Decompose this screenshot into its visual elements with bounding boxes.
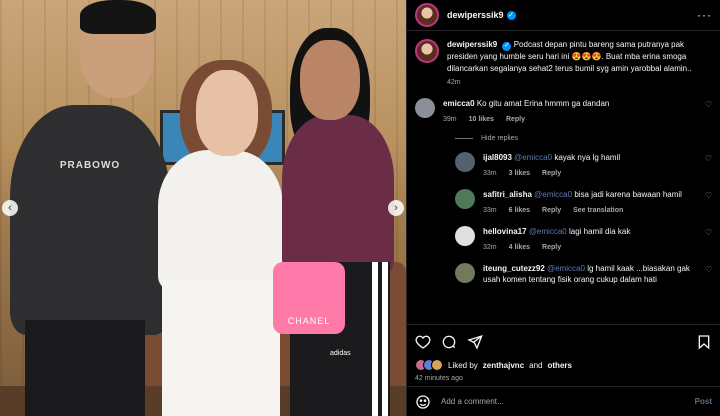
person-left-body: PRABOWO — [10, 105, 170, 335]
heart-icon[interactable]: ♡ — [705, 228, 712, 237]
chevron-right-icon: › — [394, 202, 398, 214]
comment-username[interactable]: emicca0 — [443, 99, 475, 108]
verified-badge-icon: ✓ — [506, 10, 516, 20]
liked-by-and: and — [529, 360, 543, 370]
comment-time: 33m — [483, 207, 497, 214]
comment-time: 33m — [483, 170, 497, 177]
comment-likes[interactable]: 3 likes — [509, 168, 530, 179]
comment-likes[interactable]: 6 likes — [509, 205, 530, 216]
mention-link[interactable]: @emicca0 — [529, 227, 567, 236]
bag-label: CHANEL — [287, 316, 331, 326]
liked-by-prefix: Liked by — [448, 360, 478, 370]
heart-icon[interactable]: ♡ — [705, 154, 712, 163]
person-right-head — [300, 40, 360, 120]
commenter-avatar[interactable] — [455, 226, 475, 246]
comment-bubble-icon[interactable] — [441, 334, 457, 350]
next-photo-button[interactable]: › — [388, 200, 404, 216]
hide-replies-toggle[interactable]: Hide replies — [455, 135, 712, 142]
post-caption: dewiperssik9 ✓ Podcast depan pintu baren… — [415, 39, 712, 86]
post-header: dewiperssik9 ✓ ··· — [407, 0, 720, 31]
pink-handbag: CHANEL — [273, 262, 345, 334]
commenter-avatar[interactable] — [415, 98, 435, 118]
person-middle-head — [196, 70, 258, 156]
pants-stripe — [382, 262, 388, 416]
person-left-hair — [80, 0, 156, 34]
commenter-avatar[interactable] — [455, 189, 475, 209]
comment-likes[interactable]: 10 likes — [469, 114, 494, 125]
comment-time: 32m — [483, 244, 497, 251]
add-comment-bar: Post — [407, 386, 720, 416]
comment-input[interactable] — [441, 397, 685, 406]
heart-icon[interactable]: ♡ — [705, 100, 712, 109]
post-comment-button[interactable]: Post — [695, 397, 712, 406]
more-options-icon[interactable]: ··· — [697, 8, 712, 22]
tshirt-print: PRABOWO — [59, 160, 121, 171]
others-link[interactable]: others — [548, 361, 572, 370]
mention-link[interactable]: @emicca0 — [534, 190, 572, 199]
reply-button[interactable]: Reply — [542, 168, 561, 179]
reply-button[interactable]: Reply — [506, 114, 525, 125]
bookmark-icon[interactable] — [696, 334, 712, 350]
heart-icon[interactable]: ♡ — [705, 191, 712, 200]
caption-time: 42m — [447, 79, 461, 86]
post-details-panel: dewiperssik9 ✓ ··· dewiperssik9 ✓ Podcas… — [406, 0, 720, 416]
comment-username[interactable]: safitri_alisha — [483, 190, 532, 199]
comments-section[interactable]: dewiperssik9 ✓ Podcast depan pintu baren… — [407, 31, 720, 324]
liker-username[interactable]: zenthajvnc — [483, 361, 524, 370]
comment-username[interactable]: ijal8093 — [483, 153, 512, 162]
reply-comment: safitri_alisha @emicca0 bisa jadi karena… — [455, 189, 712, 216]
comment: emicca0 Ko gitu amat Erina hmmm ga danda… — [415, 98, 712, 125]
commenter-avatar[interactable] — [455, 152, 475, 172]
person-left-legs — [25, 320, 145, 416]
caption-username[interactable]: dewiperssik9 — [447, 40, 497, 49]
person-right-body — [282, 115, 394, 275]
comment-username[interactable]: hellovina17 — [483, 227, 527, 236]
author-avatar[interactable] — [415, 3, 439, 27]
liked-by-line: Liked by zenthajvnc and others — [415, 359, 712, 371]
liker-avatars[interactable] — [415, 359, 443, 371]
comment-likes[interactable]: 4 likes — [509, 242, 530, 253]
comment-text: kayak nya lg hamil — [554, 153, 621, 162]
hide-replies-label[interactable]: Hide replies — [481, 135, 518, 142]
comment-text: lagi hamil dia kak — [568, 227, 631, 236]
instagram-post-modal: PRABOWO adidas CHANEL ‹ › dewiperssik9 ✓… — [0, 0, 720, 416]
reply-comment: ijal8093 @emicca0 kayak nya lg hamil 33m… — [455, 152, 712, 179]
chevron-left-icon: ‹ — [8, 202, 12, 214]
reply-comment: iteung_cutezz92 @emicca0 lg hamil kaak .… — [455, 263, 712, 285]
post-photo: PRABOWO adidas CHANEL ‹ › — [0, 0, 406, 416]
comment-time: 39m — [443, 116, 457, 123]
verified-badge-icon: ✓ — [502, 41, 512, 51]
commenter-avatar[interactable] — [455, 263, 475, 283]
post-timestamp: 42 minutes ago — [415, 375, 463, 382]
divider-line — [455, 138, 473, 139]
prev-photo-button[interactable]: ‹ — [2, 200, 18, 216]
person-middle-legs — [162, 280, 280, 416]
share-paper-plane-icon[interactable] — [467, 334, 483, 350]
mention-link[interactable]: @emicca0 — [547, 264, 585, 273]
see-translation-link[interactable]: See translation — [573, 205, 623, 216]
pants-stripe — [372, 262, 378, 416]
pants-brand: adidas — [330, 350, 351, 357]
emoji-icon[interactable] — [415, 394, 431, 410]
mention-link[interactable]: @emicca0 — [514, 153, 552, 162]
caption-author-avatar[interactable] — [415, 39, 439, 63]
comment-username[interactable]: iteung_cutezz92 — [483, 264, 545, 273]
comment-text: Ko gitu amat Erina hmmm ga dandan — [476, 99, 610, 108]
reply-comment: hellovina17 @emicca0 lagi hamil dia kak … — [455, 226, 712, 253]
reply-button[interactable]: Reply — [542, 242, 561, 253]
post-actions: Liked by zenthajvnc and others 42 minute… — [407, 324, 720, 386]
author-username[interactable]: dewiperssik9 — [447, 10, 504, 20]
comment-text: bisa jadi karena bawaan hamil — [574, 190, 682, 199]
like-heart-icon[interactable] — [415, 334, 431, 350]
heart-icon[interactable]: ♡ — [705, 265, 712, 274]
reply-button[interactable]: Reply — [542, 205, 561, 216]
person-middle-body — [158, 150, 283, 290]
